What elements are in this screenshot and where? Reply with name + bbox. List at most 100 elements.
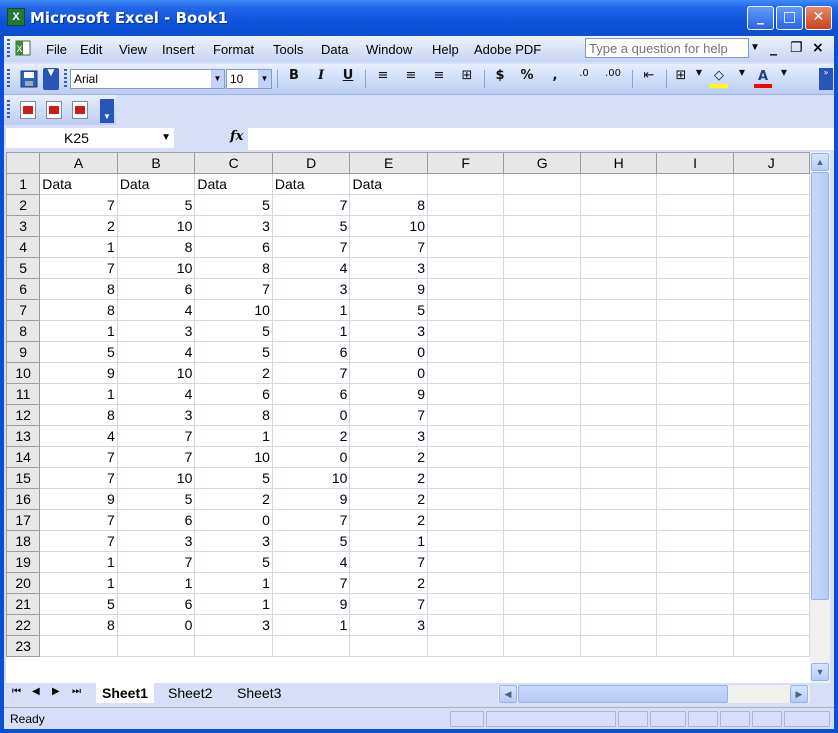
cell-e14[interactable]: 2: [349, 446, 428, 468]
borders-dropdown-icon[interactable]: ▼: [694, 68, 704, 90]
cell-g23[interactable]: [503, 635, 581, 657]
cell-b4[interactable]: 8: [116, 236, 196, 258]
tab-sheet2[interactable]: Sheet2: [168, 683, 212, 703]
cell-a17[interactable]: 7: [39, 509, 118, 531]
cell-g5[interactable]: [503, 257, 581, 279]
cell-f14[interactable]: [426, 446, 505, 468]
column-header-e[interactable]: E: [349, 152, 428, 174]
column-header-i[interactable]: I: [656, 152, 734, 174]
column-header-j[interactable]: J: [732, 152, 810, 174]
toolbar-overflow-icon[interactable]: »: [819, 68, 833, 90]
scroll-down-icon[interactable]: ▼: [811, 663, 829, 681]
toolbar-grip[interactable]: [7, 69, 10, 89]
menu-view[interactable]: View: [119, 42, 147, 57]
font-size-combo[interactable]: 10 ▼: [226, 69, 272, 89]
cell-g1[interactable]: [503, 173, 581, 195]
column-header-b[interactable]: B: [116, 152, 196, 174]
cell-i11[interactable]: [656, 383, 734, 405]
worksheet-grid[interactable]: ABCDEFGHIJ 1 Data Data Data Data Data 2 7 5 5 7 8 3 2…: [6, 152, 810, 683]
column-header-d[interactable]: D: [271, 152, 351, 174]
decrease-indent-icon[interactable]: ⇤: [638, 68, 660, 90]
fill-color-dropdown-icon[interactable]: ▼: [737, 68, 747, 90]
cell-j21[interactable]: [732, 593, 810, 615]
row-header[interactable]: 14: [6, 446, 41, 468]
cell-j16[interactable]: [732, 488, 810, 510]
cell-b11[interactable]: 4: [116, 383, 196, 405]
doc-minimize-button[interactable]: _: [770, 40, 777, 56]
cell-a15[interactable]: 7: [39, 467, 118, 489]
scroll-right-icon[interactable]: ▶: [790, 685, 808, 703]
cell-d12[interactable]: 0: [271, 404, 351, 426]
cell-h17[interactable]: [579, 509, 658, 531]
cell-j12[interactable]: [732, 404, 810, 426]
cell-f18[interactable]: [426, 530, 505, 552]
cell-g20[interactable]: [503, 572, 581, 594]
row-header[interactable]: 5: [6, 257, 41, 279]
cell-e11[interactable]: 9: [349, 383, 428, 405]
menu-insert[interactable]: Insert: [162, 42, 195, 57]
row-header[interactable]: 21: [6, 593, 41, 615]
cell-e1[interactable]: Data: [349, 173, 428, 195]
cell-a6[interactable]: 8: [39, 278, 118, 300]
cell-b10[interactable]: 10: [116, 362, 196, 384]
cell-j20[interactable]: [732, 572, 810, 594]
row-header[interactable]: 8: [6, 320, 41, 342]
cell-d16[interactable]: 9: [271, 488, 351, 510]
cell-e15[interactable]: 2: [349, 467, 428, 489]
cell-c2[interactable]: 5: [194, 194, 273, 216]
row-header[interactable]: 16: [6, 488, 41, 510]
prev-sheet-icon[interactable]: ◀: [32, 686, 40, 697]
row-header[interactable]: 6: [6, 278, 41, 300]
last-sheet-icon[interactable]: ⏭: [72, 686, 81, 697]
close-button[interactable]: ✕: [805, 6, 832, 30]
cell-d2[interactable]: 7: [271, 194, 351, 216]
cell-f9[interactable]: [426, 341, 505, 363]
menu-edit[interactable]: Edit: [80, 42, 102, 57]
cell-f22[interactable]: [426, 614, 505, 636]
cell-c9[interactable]: 5: [194, 341, 273, 363]
cell-a14[interactable]: 7: [39, 446, 118, 468]
menu-file[interactable]: File: [46, 42, 67, 57]
row-header[interactable]: 17: [6, 509, 41, 531]
cell-d19[interactable]: 4: [271, 551, 351, 573]
cell-i19[interactable]: [656, 551, 734, 573]
align-center-icon[interactable]: ≡: [400, 68, 422, 90]
cell-d9[interactable]: 6: [271, 341, 351, 363]
cell-a1[interactable]: Data: [39, 173, 118, 195]
underline-button[interactable]: U: [338, 68, 358, 90]
cell-i18[interactable]: [656, 530, 734, 552]
maximize-button[interactable]: □: [776, 6, 803, 30]
cell-h10[interactable]: [579, 362, 658, 384]
cell-e4[interactable]: 7: [349, 236, 428, 258]
italic-button[interactable]: I: [311, 68, 331, 90]
cell-h12[interactable]: [579, 404, 658, 426]
cell-a12[interactable]: 8: [39, 404, 118, 426]
cell-a16[interactable]: 9: [39, 488, 118, 510]
vertical-scroll-thumb[interactable]: [811, 172, 829, 600]
cell-c22[interactable]: 3: [194, 614, 273, 636]
cell-g13[interactable]: [503, 425, 581, 447]
cell-i8[interactable]: [656, 320, 734, 342]
scroll-left-icon[interactable]: ◀: [499, 685, 517, 703]
row-header[interactable]: 3: [6, 215, 41, 237]
cell-j19[interactable]: [732, 551, 810, 573]
cell-d5[interactable]: 4: [271, 257, 351, 279]
cell-b16[interactable]: 5: [116, 488, 196, 510]
cell-g10[interactable]: [503, 362, 581, 384]
cell-g18[interactable]: [503, 530, 581, 552]
cell-c13[interactable]: 1: [194, 425, 273, 447]
cell-f19[interactable]: [426, 551, 505, 573]
row-header[interactable]: 7: [6, 299, 41, 321]
percent-button[interactable]: %: [517, 68, 537, 90]
cell-i10[interactable]: [656, 362, 734, 384]
cell-e18[interactable]: 1: [349, 530, 428, 552]
cell-a13[interactable]: 4: [39, 425, 118, 447]
cell-j9[interactable]: [732, 341, 810, 363]
cell-a4[interactable]: 1: [39, 236, 118, 258]
cell-h18[interactable]: [579, 530, 658, 552]
cell-e12[interactable]: 7: [349, 404, 428, 426]
cell-f20[interactable]: [426, 572, 505, 594]
cell-g6[interactable]: [503, 278, 581, 300]
cell-c1[interactable]: Data: [194, 173, 273, 195]
menu-window[interactable]: Window: [366, 42, 412, 57]
